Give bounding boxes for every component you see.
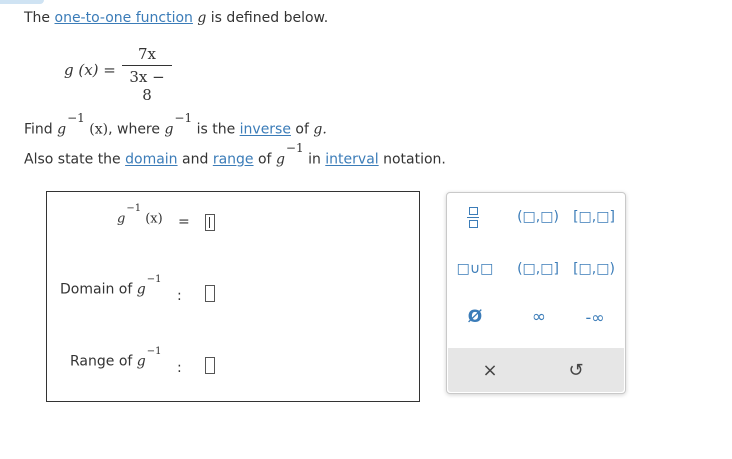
find-line: Find g−1 (x), where g−1 is the inverse o… (24, 111, 327, 138)
open-open-interval-button[interactable]: (□,□) (513, 203, 563, 231)
find-inv-sup: −1 (67, 111, 85, 125)
find-inv-sup-2: −1 (174, 111, 193, 125)
also-text-4: in (308, 151, 326, 168)
fraction-button[interactable] (459, 203, 487, 231)
domain-text: Domain of (60, 281, 137, 298)
inverse-sup: −1 (126, 203, 142, 214)
closed-open-interval-button[interactable]: [□,□) (569, 255, 619, 283)
domain-input[interactable] (205, 285, 215, 302)
find-text-2: , where (108, 121, 165, 138)
find-text-1: Find (24, 121, 58, 138)
find-g: g (57, 121, 67, 138)
undo-icon: ↺ (568, 359, 584, 381)
intro-suffix: is defined below. (206, 10, 329, 26)
intro-var-g: g (197, 10, 207, 26)
undo-button[interactable]: ↺ (558, 356, 594, 384)
domain-g: g (136, 281, 146, 298)
closed-closed-interval-button[interactable]: [□,□] (569, 203, 619, 231)
also-inv-sup: −1 (285, 141, 304, 155)
link-domain[interactable]: domain (125, 152, 177, 168)
find-arg: (x) (89, 121, 109, 138)
fraction-denominator: 3x − 8 (129, 68, 165, 104)
function-fraction: 7x 3x − 8 (122, 45, 172, 104)
inverse-input[interactable] (205, 214, 215, 231)
range-g: g (136, 353, 146, 370)
close-icon: × (482, 359, 498, 381)
link-inverse[interactable]: inverse (240, 122, 291, 138)
inverse-equals: = (178, 214, 190, 230)
range-colon: : (177, 360, 182, 376)
domain-label: Domain of g−1 (60, 274, 161, 298)
fraction-icon (467, 206, 479, 228)
union-button[interactable]: □∪□ (453, 255, 497, 283)
intro-line: The one-to-one function g is defined bel… (24, 10, 328, 26)
range-text: Range of (70, 353, 137, 370)
find-g-2: g (164, 121, 174, 138)
link-range[interactable]: range (213, 152, 254, 168)
clear-button[interactable]: × (472, 356, 508, 384)
range-label: Range of g−1 (70, 346, 162, 370)
fraction-bar (122, 65, 172, 66)
range-sup: −1 (146, 346, 162, 357)
empty-set-button[interactable]: Ø (459, 303, 491, 331)
infinity-button[interactable]: ∞ (523, 303, 555, 331)
domain-sup: −1 (146, 274, 162, 285)
link-one-to-one-function[interactable]: one-to-one function (55, 10, 193, 26)
also-text-2: and (177, 151, 213, 168)
find-text-3: is the (196, 121, 240, 138)
palette-action-bar: × ↺ (448, 348, 624, 392)
find-text-4: of (290, 121, 314, 138)
range-input[interactable] (205, 357, 215, 374)
tab-indicator (0, 0, 44, 4)
negative-infinity-button[interactable]: -∞ (575, 303, 615, 331)
domain-colon: : (177, 288, 182, 304)
function-lhs-text: g (x) = (64, 61, 116, 79)
also-text-5: notation. (378, 151, 446, 168)
math-palette: (□,□) [□,□] □∪□ (□,□] [□,□) Ø ∞ -∞ × ↺ (446, 192, 626, 394)
answer-box: g−1 (x) = Domain of g−1 : Range of g−1 : (46, 191, 420, 402)
link-interval[interactable]: interval (325, 152, 378, 168)
inverse-arg: (x) (145, 211, 163, 227)
intro-text: The (24, 10, 55, 26)
fraction-numerator: 7x (137, 45, 156, 63)
find-g-3: g. (313, 121, 327, 138)
also-g: g (275, 151, 285, 168)
also-text-1: Also state the (24, 151, 126, 168)
open-closed-interval-button[interactable]: (□,□] (513, 255, 563, 283)
inverse-label: g−1 (x) (117, 203, 163, 227)
also-text-3: of (253, 151, 276, 168)
function-lhs: g (x) = (64, 61, 116, 79)
also-line: Also state the domain and range of g−1 i… (24, 141, 446, 168)
inverse-g: g (117, 211, 126, 227)
